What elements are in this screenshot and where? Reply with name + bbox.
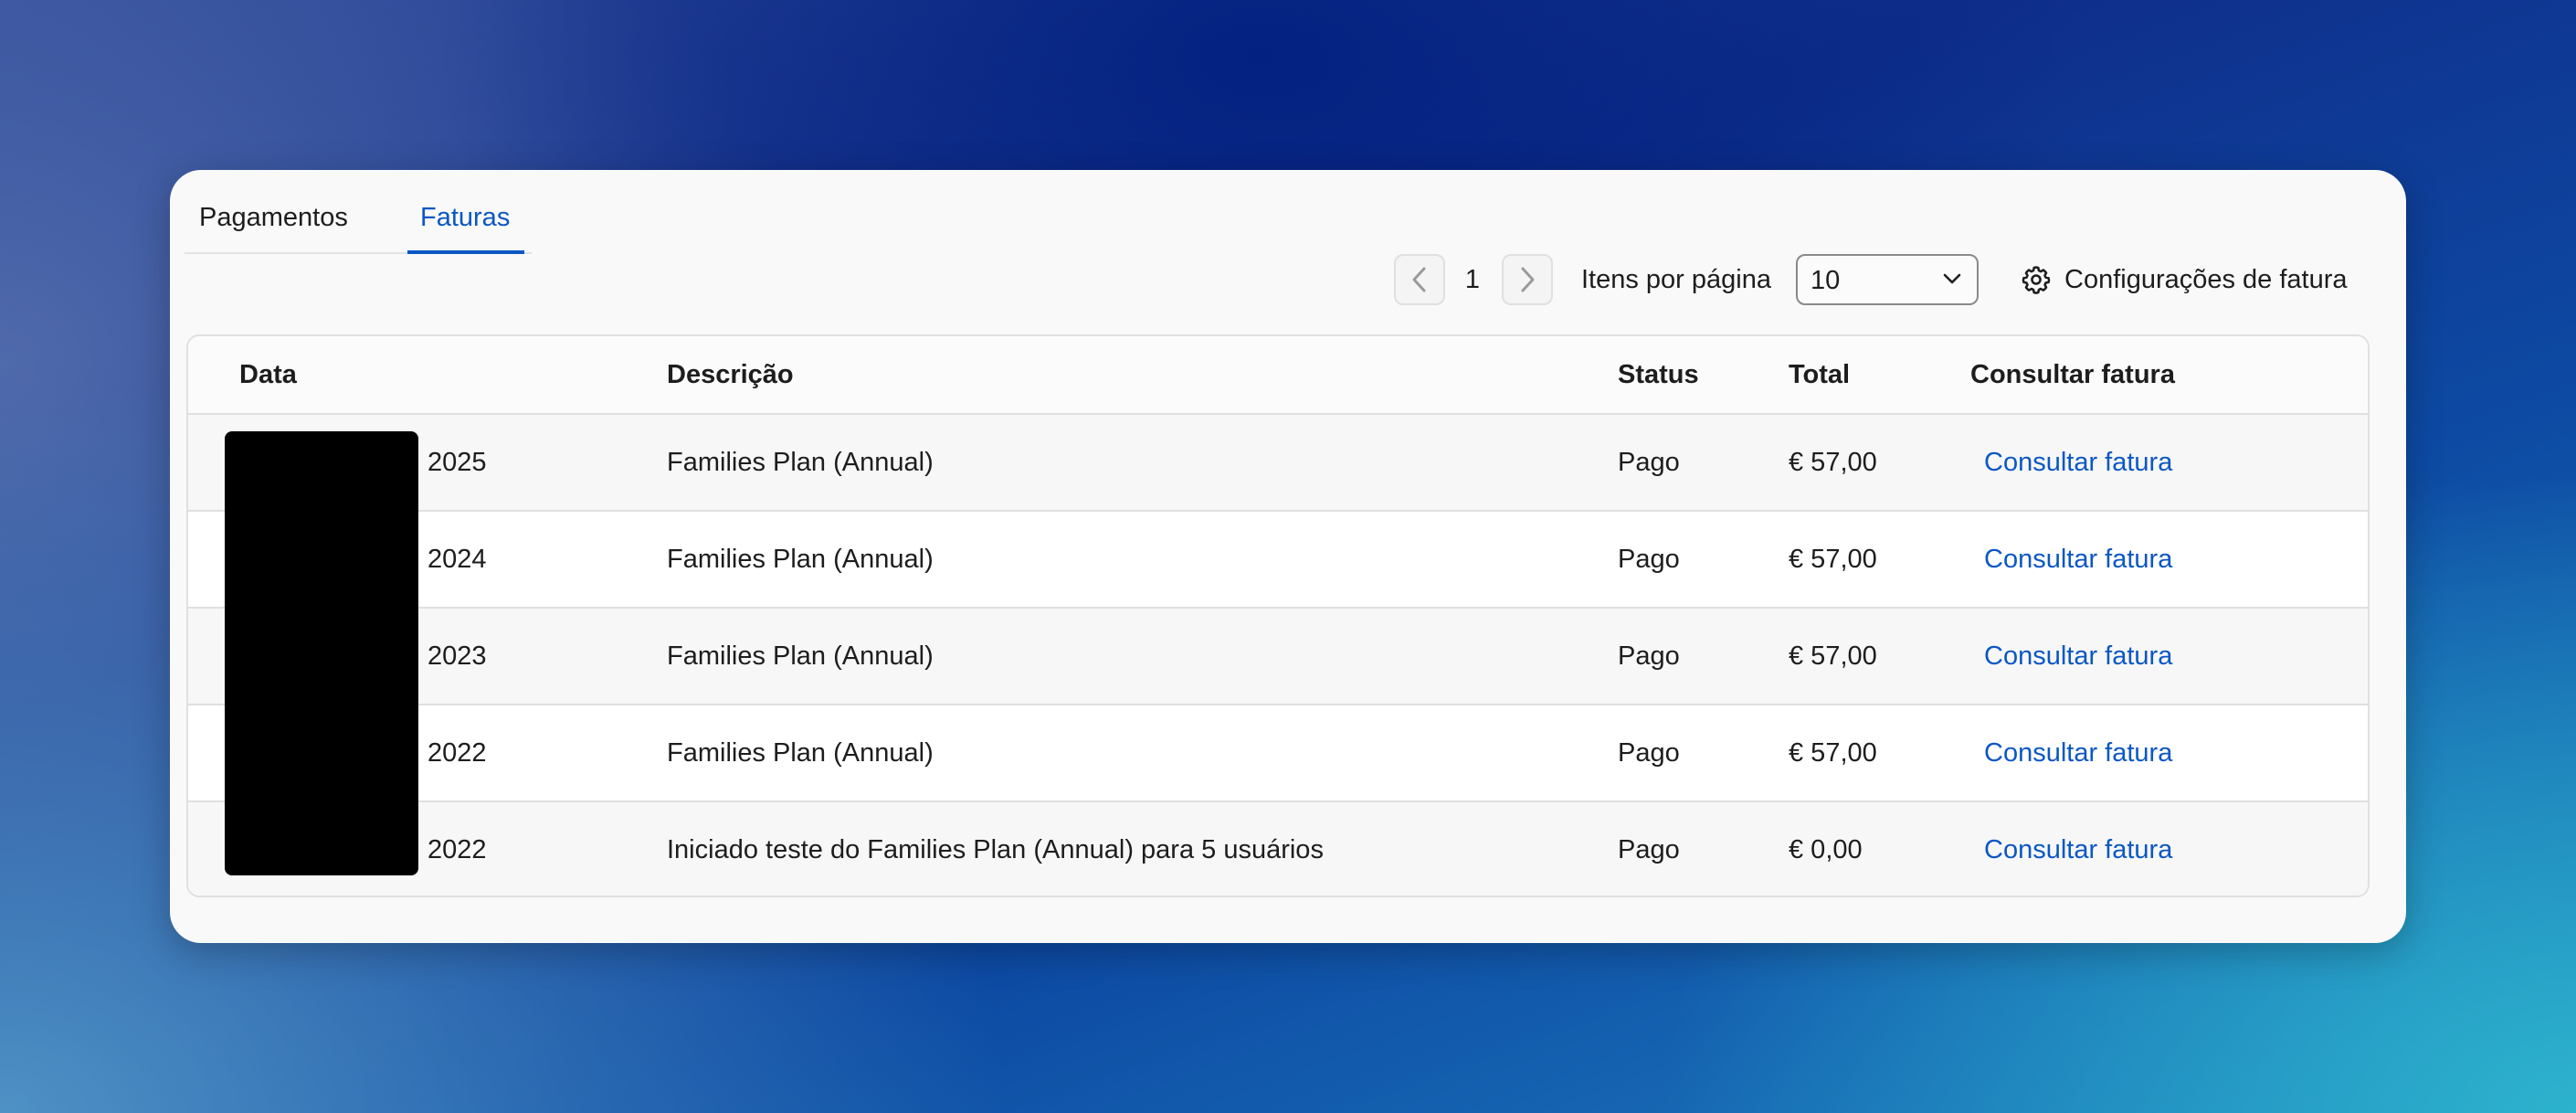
previous-page-button[interactable]: [1394, 254, 1445, 305]
chevron-down-icon: [1943, 273, 1961, 284]
items-per-page-select[interactable]: 10: [1796, 254, 1979, 305]
row-description: Families Plan (Annual): [667, 448, 934, 477]
items-per-page-label: Itens por página: [1581, 265, 1771, 294]
tab-faturas[interactable]: Faturas: [420, 203, 510, 233]
column-header-invoice: Consultar fatura: [1970, 360, 2175, 389]
row-status: Pago: [1618, 545, 1680, 574]
row-total: € 0,00: [1789, 835, 1863, 864]
view-invoice-link[interactable]: Consultar fatura: [1984, 545, 2172, 575]
row-status: Pago: [1618, 738, 1680, 768]
gear-icon: [2022, 266, 2051, 294]
column-header-status[interactable]: Status: [1618, 360, 1699, 390]
row-status: Pago: [1618, 448, 1680, 477]
row-description: Families Plan (Annual): [667, 545, 934, 574]
view-invoice-link[interactable]: Consultar fatura: [1984, 641, 2172, 672]
table-header: Data Descrição Status Total Consultar fa…: [188, 336, 2368, 415]
active-tab-indicator: [407, 250, 524, 254]
current-page-number: 1: [1464, 265, 1481, 294]
items-per-page-value: 10: [1811, 266, 1841, 295]
table-row: 2025 Families Plan (Annual) Pago € 57,00…: [188, 415, 2368, 512]
view-invoice-link[interactable]: Consultar fatura: [1984, 448, 2172, 478]
row-description: Families Plan (Annual): [667, 641, 934, 671]
column-header-total[interactable]: Total: [1789, 360, 1850, 390]
row-date: 2022: [428, 738, 487, 768]
redaction-block: [225, 431, 418, 875]
chevron-right-icon: [1521, 267, 1535, 292]
row-date: 2022: [428, 835, 487, 864]
invoices-table: Data Descrição Status Total Consultar fa…: [186, 334, 2370, 897]
invoice-settings-button[interactable]: Configurações de fatura: [2021, 254, 2348, 305]
row-date: 2023: [428, 641, 487, 671]
invoices-panel: Pagamentos Faturas 1 Itens por página 10…: [170, 170, 2406, 943]
row-description: Families Plan (Annual): [667, 738, 934, 768]
row-description: Iniciado teste do Families Plan (Annual)…: [667, 835, 1324, 864]
row-total: € 57,00: [1789, 545, 1877, 574]
row-date: 2024: [428, 545, 487, 574]
column-header-description[interactable]: Descrição: [667, 360, 794, 390]
row-status: Pago: [1618, 641, 1680, 671]
chevron-left-icon: [1412, 267, 1426, 292]
table-row: 2024 Families Plan (Annual) Pago € 57,00…: [188, 512, 2368, 609]
tab-bar: Pagamentos Faturas: [185, 170, 532, 254]
table-row: 2022 Families Plan (Annual) Pago € 57,00…: [188, 705, 2368, 802]
row-date: 2025: [428, 448, 487, 477]
invoice-settings-label: Configurações de fatura: [2064, 264, 2348, 294]
next-page-button[interactable]: [1502, 254, 1553, 305]
table-row: 2023 Families Plan (Annual) Pago € 57,00…: [188, 609, 2368, 705]
tab-pagamentos[interactable]: Pagamentos: [199, 203, 348, 233]
table-row: 2022 Iniciado teste do Families Plan (An…: [188, 802, 2368, 896]
view-invoice-link[interactable]: Consultar fatura: [1984, 738, 2172, 768]
row-total: € 57,00: [1789, 738, 1877, 768]
row-status: Pago: [1618, 835, 1680, 864]
row-total: € 57,00: [1789, 448, 1877, 477]
view-invoice-link[interactable]: Consultar fatura: [1984, 835, 2172, 865]
column-header-date[interactable]: Data: [239, 360, 297, 390]
row-total: € 57,00: [1789, 641, 1877, 671]
